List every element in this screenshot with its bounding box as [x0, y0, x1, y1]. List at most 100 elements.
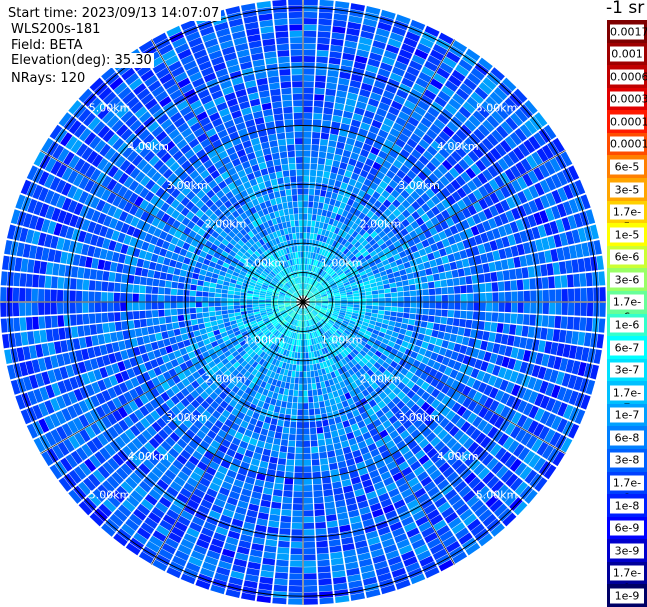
range-gate	[542, 289, 549, 302]
range-gate	[259, 302, 265, 305]
range-gate	[303, 213, 308, 220]
range-gate	[133, 275, 141, 285]
range-gate	[296, 365, 300, 372]
range-gate	[303, 472, 312, 479]
range-gate	[107, 292, 114, 302]
range-gate	[195, 296, 202, 302]
range-gate	[316, 62, 328, 70]
range-gate	[307, 220, 312, 227]
range-gate	[296, 422, 303, 428]
range-gate	[82, 279, 90, 291]
range-gate	[190, 313, 197, 320]
range-gate	[549, 302, 556, 315]
range-gate	[535, 315, 543, 327]
range-gate	[107, 312, 115, 322]
range-gate	[322, 113, 332, 121]
range-gate	[303, 176, 310, 182]
range-gate	[279, 528, 291, 535]
range-gate	[324, 501, 335, 509]
range-gate	[70, 314, 77, 326]
range-gate	[290, 415, 297, 422]
range-gate	[313, 484, 323, 491]
range-gate	[473, 302, 480, 311]
range-gate	[178, 321, 186, 328]
range-gate	[303, 239, 307, 246]
range-gate	[132, 293, 139, 302]
range-gate	[25, 288, 32, 302]
range-gate	[303, 592, 318, 599]
range-gate	[303, 258, 306, 264]
range-gate	[586, 287, 594, 302]
range-gate	[315, 183, 322, 190]
range-gate	[294, 459, 303, 466]
range-gate	[416, 302, 423, 308]
range-gate	[536, 290, 543, 302]
range-gate	[422, 289, 429, 296]
range-gate	[114, 321, 122, 331]
range-gate	[63, 290, 70, 302]
range-gate	[233, 302, 240, 306]
range-gate	[76, 314, 83, 325]
range-gate	[227, 302, 234, 306]
range-gate	[113, 292, 120, 302]
range-gate	[276, 553, 289, 561]
range-gate	[530, 290, 537, 302]
range-gate	[274, 431, 282, 439]
range-gate	[323, 489, 333, 497]
range-gate	[311, 138, 320, 145]
range-gate	[69, 302, 76, 314]
range-gate	[281, 509, 292, 517]
range-gate	[324, 495, 334, 503]
range-gate	[439, 324, 447, 332]
range-gate	[121, 321, 129, 330]
range-gate	[82, 291, 89, 302]
range-gate	[265, 300, 272, 302]
range-gate	[252, 299, 259, 302]
range-gate	[303, 18, 317, 25]
range-gate	[303, 396, 308, 403]
range-gate	[313, 100, 324, 108]
range-gate	[523, 279, 530, 290]
range-gate	[158, 294, 165, 302]
range-gate	[490, 322, 498, 332]
range-gate	[372, 298, 379, 302]
range-gate	[307, 390, 313, 397]
range-gate	[435, 287, 442, 295]
range-gate	[172, 322, 180, 330]
range-gate	[44, 289, 51, 302]
range-gate	[317, 164, 325, 171]
range-gate	[19, 273, 27, 287]
range-gate	[316, 56, 328, 64]
range-gate	[308, 402, 314, 409]
range-gate	[303, 428, 310, 435]
range-gate	[314, 81, 326, 89]
range-gate	[95, 313, 102, 324]
range-gate	[284, 414, 291, 421]
range-gate	[517, 302, 524, 313]
range-gate	[303, 87, 314, 94]
range-gate	[139, 285, 146, 294]
range-gate	[189, 290, 196, 296]
range-gate	[307, 207, 313, 214]
range-gate	[322, 476, 331, 484]
range-gate	[324, 431, 332, 439]
range-gate	[428, 288, 436, 295]
range-gate	[145, 286, 153, 294]
range-gate	[542, 302, 549, 315]
range-gate	[120, 293, 127, 302]
range-gate	[233, 295, 240, 299]
range-gate	[177, 289, 184, 296]
range-gate	[313, 490, 323, 498]
range-gate	[318, 439, 326, 447]
range-gate	[275, 566, 289, 573]
range-gate	[202, 302, 209, 307]
range-gate	[303, 81, 314, 88]
range-gate	[568, 302, 575, 316]
range-gate	[319, 0, 334, 7]
range-gate	[202, 291, 209, 297]
range-gate	[486, 302, 493, 312]
range-gate	[325, 158, 333, 166]
range-gate	[372, 294, 379, 299]
range-gate	[183, 308, 190, 315]
range-gate	[303, 453, 311, 460]
